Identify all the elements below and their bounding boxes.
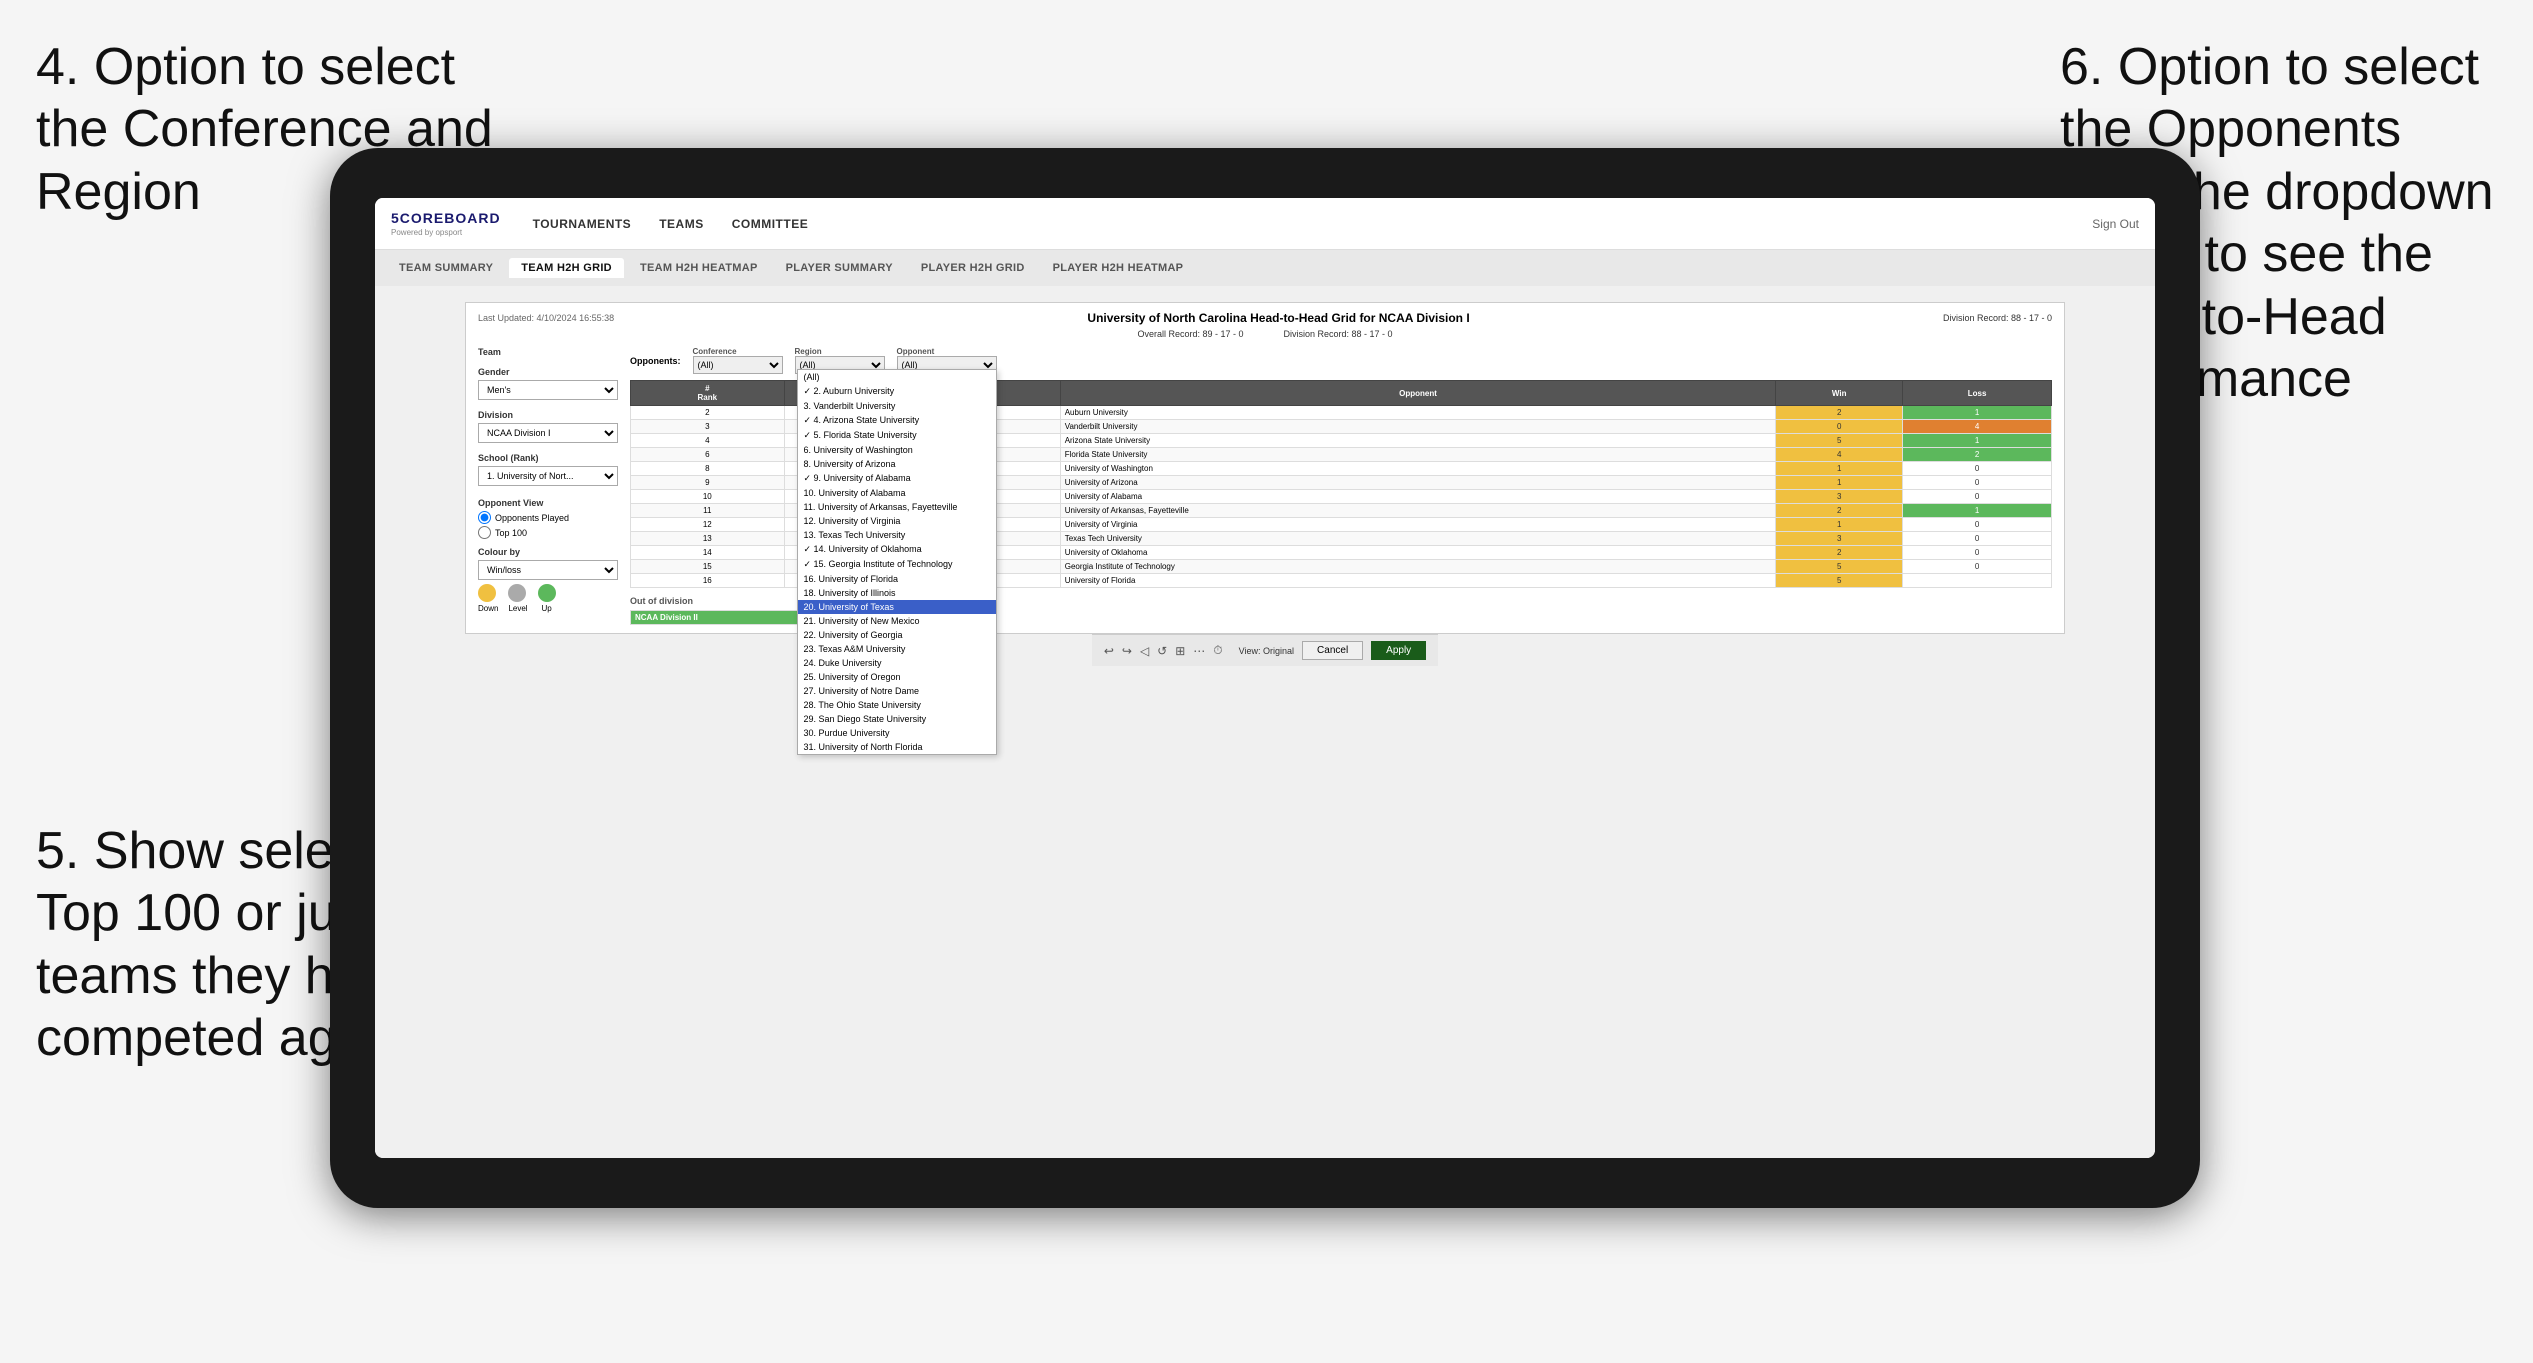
col-loss: Loss xyxy=(1903,381,2052,406)
colour-by-dropdown[interactable]: Win/loss xyxy=(478,560,618,580)
col-opponent: Opponent xyxy=(1060,381,1776,406)
opponent-view-label: Opponent View xyxy=(478,498,618,508)
refresh-icon[interactable]: ↺ xyxy=(1157,644,1167,658)
colour-section: Colour by Win/loss Down xyxy=(478,547,618,613)
dropdown-item-5[interactable]: 5. Florida State University xyxy=(798,428,996,443)
apply-button[interactable]: Apply xyxy=(1371,641,1426,660)
left-panel: Team Gender Men's Division NCAA Division… xyxy=(478,347,618,625)
dropdown-item-18[interactable]: 18. University of Illinois xyxy=(798,586,996,600)
dropdown-item-16[interactable]: 16. University of Florida xyxy=(798,572,996,586)
dropdown-item-31[interactable]: 31. University of North Florida xyxy=(798,740,996,754)
dropdown-item-15[interactable]: 15. Georgia Institute of Technology xyxy=(798,557,996,572)
division-record: Division Record: 88 - 17 - 0 xyxy=(1943,313,2052,323)
subnav-team-h2h-heatmap[interactable]: TEAM H2H HEATMAP xyxy=(628,258,770,278)
col-rank: #Rank xyxy=(631,381,785,406)
overall-record: Overall Record: 89 - 17 - 0 xyxy=(1137,329,1243,339)
copy-icon[interactable]: ⊞ xyxy=(1175,644,1185,658)
dropdown-item-3[interactable]: 3. Vanderbilt University xyxy=(798,399,996,413)
dropdown-item-20[interactable]: 20. University of Texas xyxy=(798,600,996,614)
dropdown-item-27[interactable]: 27. University of Notre Dame xyxy=(798,684,996,698)
dropdown-item-23[interactable]: 23. Texas A&M University xyxy=(798,642,996,656)
dropdown-item-12[interactable]: 12. University of Virginia xyxy=(798,514,996,528)
more-icon[interactable]: ⋯ xyxy=(1193,644,1205,658)
dropdown-item-21[interactable]: 21. University of New Mexico xyxy=(798,614,996,628)
dot-down: Down xyxy=(478,584,498,613)
region-label: Region xyxy=(795,347,885,356)
content-area: Team Gender Men's Division NCAA Division… xyxy=(478,347,2052,625)
redo-icon[interactable]: ↪ xyxy=(1122,644,1132,658)
conference-select[interactable]: (All) xyxy=(693,356,783,374)
tablet-screen: 5COREBOARD Powered by opsport TOURNAMENT… xyxy=(375,198,2155,1158)
school-dropdown[interactable]: 1. University of Nort... xyxy=(478,466,618,486)
bottom-buttons: Cancel Apply xyxy=(1302,641,1426,660)
opponent-view-section: Opponent View Opponents Played Top 100 xyxy=(478,498,618,539)
subnav-player-h2h-heatmap[interactable]: PLAYER H2H HEATMAP xyxy=(1041,258,1196,278)
dot-up: Up xyxy=(538,584,556,613)
conference-label: Conference xyxy=(693,347,783,356)
school-label: School (Rank) xyxy=(478,453,618,463)
subnav-team-summary[interactable]: TEAM SUMMARY xyxy=(387,258,505,278)
dropdown-item-30[interactable]: 30. Purdue University xyxy=(798,726,996,740)
dropdown-item-25[interactable]: 25. University of Oregon xyxy=(798,670,996,684)
dropdown-item-28[interactable]: 28. The Ohio State University xyxy=(798,698,996,712)
dropdown-item-29[interactable]: 29. San Diego State University xyxy=(798,712,996,726)
dropdown-item-10[interactable]: 10. University of Alabama xyxy=(798,486,996,500)
dropdown-item-24[interactable]: 24. Duke University xyxy=(798,656,996,670)
nav-items: TOURNAMENTS TEAMS COMMITTEE xyxy=(533,217,2061,231)
nav-committee[interactable]: COMMITTEE xyxy=(732,217,809,231)
dropdown-item-14[interactable]: 14. University of Oklahoma xyxy=(798,542,996,557)
gender-label: Gender xyxy=(478,367,618,377)
subnav-team-h2h-grid[interactable]: TEAM H2H GRID xyxy=(509,258,624,278)
dropdown-item-8[interactable]: 8. University of Arizona xyxy=(798,457,996,471)
navbar: 5COREBOARD Powered by opsport TOURNAMENT… xyxy=(375,198,2155,250)
dropdown-item-22[interactable]: 22. University of Georgia xyxy=(798,628,996,642)
gender-dropdown[interactable]: Men's xyxy=(478,380,618,400)
opponent-dropdown-overlay: (All) 2. Auburn University 3. Vanderbilt… xyxy=(797,369,997,755)
opponents-label: Opponents: xyxy=(630,356,681,366)
dot-level: Level xyxy=(508,584,527,613)
top-100-radio[interactable]: Top 100 xyxy=(478,526,618,539)
division-record-2: Division Record: 88 - 17 - 0 xyxy=(1284,329,1393,339)
report-title: University of North Carolina Head-to-Hea… xyxy=(614,311,1943,325)
nav-teams[interactable]: TEAMS xyxy=(659,217,704,231)
opponent-label: Opponent xyxy=(897,347,997,356)
toolbar: ↩ ↪ ◁ ↺ ⊞ ⋯ ⏱ View: Original Cancel Appl… xyxy=(1092,634,1438,666)
sign-out-link[interactable]: Sign Out xyxy=(2092,217,2139,231)
last-updated: Last Updated: 4/10/2024 16:55:38 xyxy=(478,313,614,323)
colour-dots: Down Level Up xyxy=(478,584,618,613)
table-area: Opponents: Conference (All) Region ( xyxy=(630,347,2052,625)
view-label: View: Original xyxy=(1239,646,1294,656)
logo: 5COREBOARD Powered by opsport xyxy=(391,210,501,237)
nav-tournaments[interactable]: TOURNAMENTS xyxy=(533,217,632,231)
cancel-button[interactable]: Cancel xyxy=(1302,641,1363,660)
back-icon[interactable]: ◁ xyxy=(1140,644,1149,658)
report-card: Last Updated: 4/10/2024 16:55:38 Univers… xyxy=(465,302,2065,634)
col-win: Win xyxy=(1776,381,1903,406)
dropdown-item-4[interactable]: 4. Arizona State University xyxy=(798,413,996,428)
dropdown-item-13[interactable]: 13. Texas Tech University xyxy=(798,528,996,542)
undo-icon[interactable]: ↩ xyxy=(1104,644,1114,658)
subnav-player-h2h-grid[interactable]: PLAYER H2H GRID xyxy=(909,258,1037,278)
filter-row: Opponents: Conference (All) Region ( xyxy=(630,347,2052,374)
clock-icon[interactable]: ⏱ xyxy=(1213,643,1222,658)
team-label: Team xyxy=(478,347,618,357)
division-dropdown[interactable]: NCAA Division I xyxy=(478,423,618,443)
subnav: TEAM SUMMARY TEAM H2H GRID TEAM H2H HEAT… xyxy=(375,250,2155,286)
opponent-played-radio[interactable]: Opponents Played xyxy=(478,511,618,524)
subnav-player-summary[interactable]: PLAYER SUMMARY xyxy=(774,258,905,278)
dropdown-item-9[interactable]: 9. University of Alabama xyxy=(798,471,996,486)
dropdown-item-11[interactable]: 11. University of Arkansas, Fayetteville xyxy=(798,500,996,514)
main-content: Last Updated: 4/10/2024 16:55:38 Univers… xyxy=(375,286,2155,1158)
dropdown-item-all[interactable]: (All) xyxy=(798,370,996,384)
colour-by-label: Colour by xyxy=(478,547,618,557)
dropdown-item-6[interactable]: 6. University of Washington xyxy=(798,443,996,457)
division-label: Division xyxy=(478,410,618,420)
dropdown-item-2[interactable]: 2. Auburn University xyxy=(798,384,996,399)
tablet-frame: 5COREBOARD Powered by opsport TOURNAMENT… xyxy=(330,148,2200,1208)
